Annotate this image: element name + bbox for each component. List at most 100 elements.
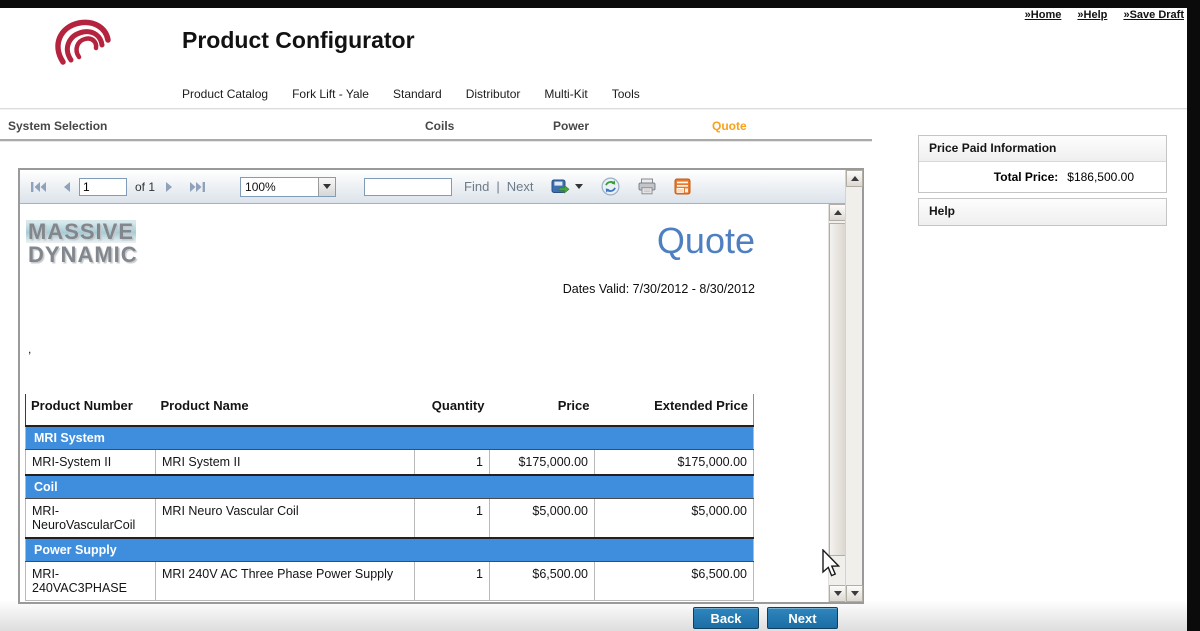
zoom-select[interactable]: 100% [240,176,337,197]
col-header-quantity: Quantity [431,398,485,413]
group-label: Coil [25,474,754,499]
header-divider [0,108,1200,109]
tab-system-selection[interactable]: System Selection [8,119,107,133]
total-price-value: $186,500.00 [1067,170,1134,184]
table-row-coil: MRI-NeuroVascularCoil MRI Neuro Vascular… [25,498,754,539]
col-header-price: Price [557,398,590,413]
table-row-mri-system: MRI-System II MRI System II 1 $175,000.0… [25,449,754,476]
next-button[interactable]: Next [767,607,838,629]
price-paid-information-panel: Price Paid Information Total Price: $186… [918,135,1167,193]
zoom-dropdown-button[interactable] [318,177,336,196]
scroll-down-button[interactable] [829,585,845,602]
viewer-vertical-scrollbar[interactable] [845,170,863,602]
right-black-bar [1187,0,1200,631]
group-header-power-supply: Power Supply [25,537,754,562]
last-page-button[interactable] [189,181,206,193]
col-header-product-number: Product Number [31,398,133,413]
print-button[interactable] [638,178,656,195]
cell-quantity: 1 [414,449,490,476]
group-header-mri-system: MRI System [25,425,754,450]
menu-item-standard[interactable]: Standard [393,87,442,101]
group-header-coil: Coil [25,474,754,499]
table-row-power-supply: MRI-240VAC3PHASE MRI 240V AC Three Phase… [25,561,754,601]
find-link[interactable]: Find [464,179,489,194]
next-page-button[interactable] [165,181,175,193]
page-number-input[interactable] [79,177,127,196]
cell-extended-price: $5,000.00 [594,498,754,539]
logo-line-dynamic: DYNAMIC [28,242,138,267]
export-button[interactable] [551,179,584,195]
export-data-feed-button[interactable] [674,178,691,195]
viewer-scroll-up-button[interactable] [846,170,863,187]
cell-price: $5,000.00 [489,498,595,539]
page-count-label: of 1 [135,179,156,194]
col-header-extended-price: Extended Price [654,398,748,413]
tab-power[interactable]: Power [553,119,589,133]
save-export-icon [551,179,570,194]
top-link-bar: »Home »Help »Save Draft [1012,9,1184,21]
home-link[interactable]: »Home [1025,9,1062,21]
menu-item-fork-lift-yale[interactable]: Fork Lift - Yale [292,87,369,101]
scroll-up-button[interactable] [829,204,845,221]
refresh-icon [601,177,620,196]
cell-quantity: 1 [414,498,490,539]
massive-dynamic-logo: MASSIVE DYNAMIC [26,220,140,266]
save-draft-link[interactable]: »Save Draft [1123,9,1184,21]
data-feed-icon [674,178,691,195]
col-header-product-name: Product Name [160,398,249,413]
logo-line-massive: MASSIVE [26,219,137,244]
help-panel-title[interactable]: Help [919,199,1166,225]
group-label: Power Supply [25,537,754,562]
scrollbar-thumb[interactable] [829,223,845,556]
cell-product-name: MRI System II [155,449,415,476]
menu-item-multi-kit[interactable]: Multi-Kit [544,87,587,101]
first-page-button[interactable] [30,181,47,193]
price-panel-title: Price Paid Information [919,136,1166,162]
menu-item-distributor[interactable]: Distributor [466,87,521,101]
arrow-up-icon [850,176,859,181]
company-logo-swirl-icon [45,14,115,87]
main-menu: Product Catalog Fork Lift - Yale Standar… [182,87,640,101]
find-next-separator: | [496,179,500,194]
cell-extended-price: $175,000.00 [594,449,754,476]
arrow-up-icon [833,210,842,215]
previous-page-button[interactable] [61,181,71,193]
cell-product-name: MRI Neuro Vascular Coil [155,498,415,539]
cell-extended-price: $6,500.00 [594,561,754,601]
tab-coils[interactable]: Coils [425,119,454,133]
page-bottom-strip [0,601,1200,631]
menu-item-product-catalog[interactable]: Product Catalog [182,87,268,101]
viewer-scroll-down-button[interactable] [846,585,863,602]
total-price-row: Total Price: $186,500.00 [919,162,1166,192]
tab-underline [0,139,872,141]
report-toolbar: of 1 100% Find | Next [20,170,845,204]
tab-quote-active[interactable]: Quote [712,119,747,133]
report-page-area: MASSIVE DYNAMIC Quote Dates Valid: 7/30/… [20,204,845,602]
cell-price: $6,500.00 [489,561,595,601]
report-main-column: of 1 100% Find | Next [20,170,845,602]
cell-quantity: 1 [414,561,490,601]
cell-product-name: MRI 240V AC Three Phase Power Supply [155,561,415,601]
report-viewer: of 1 100% Find | Next [18,168,864,604]
zoom-value: 100% [245,179,276,194]
chevron-down-icon [323,184,332,189]
address-placeholder-text: , [28,342,32,356]
menu-item-tools[interactable]: Tools [612,87,640,101]
arrow-down-icon [833,591,842,596]
help-link[interactable]: »Help [1077,9,1107,21]
cell-product-number: MRI-NeuroVascularCoil [25,498,156,539]
total-price-label: Total Price: [993,170,1059,184]
product-configurator-app: »Home »Help »Save Draft Product Configur… [0,0,1200,631]
quote-table: Product Number Product Name Quantity Pri… [25,394,754,601]
printer-icon [638,178,656,195]
report-title: Quote [656,220,755,261]
arrow-down-icon [850,591,859,596]
refresh-button[interactable] [601,177,620,196]
cell-product-number: MRI-240VAC3PHASE [25,561,156,601]
find-text-input[interactable] [364,177,453,196]
find-next-link[interactable]: Next [507,179,534,194]
top-black-bar [0,0,1200,8]
export-dropdown-caret-icon[interactable] [575,184,584,189]
report-vertical-scrollbar[interactable] [828,204,845,602]
back-button[interactable]: Back [693,607,759,629]
